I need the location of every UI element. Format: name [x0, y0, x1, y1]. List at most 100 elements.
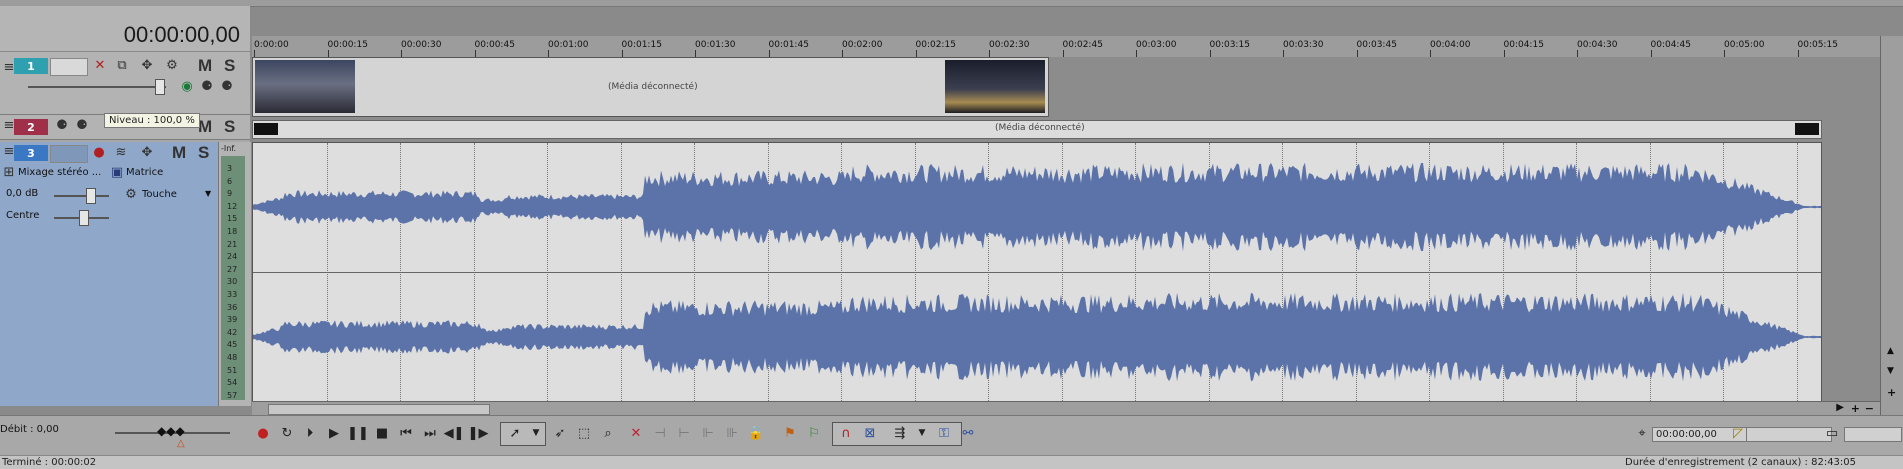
pause-button[interactable]: ❚❚	[347, 423, 369, 443]
video-clip[interactable]: (Média déconnecté)	[252, 57, 1049, 117]
ruler-tick	[1577, 50, 1578, 57]
envelope-tool-icon[interactable]: ➶	[550, 423, 570, 443]
trim-end-icon[interactable]: ⊪	[722, 423, 742, 443]
auto-crossfade-icon[interactable]: ⊠	[860, 423, 880, 443]
envelope-icon[interactable]: ≋	[114, 146, 128, 160]
clip-black-start	[254, 123, 278, 135]
ripple-edit-icon[interactable]: ⇶	[890, 423, 910, 443]
ruler-tick	[401, 50, 402, 57]
motion-icon[interactable]: ✥	[140, 59, 154, 73]
split-icon[interactable]: ⊢	[674, 423, 694, 443]
meter-scale-label: 36	[227, 302, 238, 312]
delete-icon[interactable]: ✕	[626, 423, 646, 443]
audio-clip[interactable]	[252, 142, 1822, 402]
ruler-label: 00:02:15	[915, 40, 956, 50]
volume-value: 0,0 dB	[6, 188, 39, 199]
ruler-tick	[548, 50, 549, 57]
next-frame-button[interactable]: ❚▶	[468, 423, 489, 443]
meter-scale-label: 9	[227, 189, 233, 199]
zoom-in-icon[interactable]: +	[1887, 386, 1896, 399]
selection-start-field[interactable]	[1746, 427, 1832, 442]
pan-value: Centre	[6, 210, 40, 221]
previous-frame-button[interactable]: ◀❚	[444, 423, 465, 443]
chevron-down-icon[interactable]: ▼	[205, 189, 211, 198]
mute-button[interactable]: M	[172, 143, 186, 163]
zoom-out-icon[interactable]: −	[1865, 402, 1874, 415]
mute-button[interactable]: M	[198, 56, 212, 76]
meter-scale-label: 12	[227, 201, 238, 211]
snapping-icon[interactable]: ∩	[836, 423, 856, 443]
zoom-in-icon[interactable]: +	[1851, 402, 1860, 415]
child-icon[interactable]: ⚈	[220, 80, 234, 94]
play-button[interactable]: ▶	[324, 423, 344, 443]
record-arm-icon[interactable]: ●	[92, 146, 106, 160]
ruler-tick	[768, 50, 770, 57]
meter-scale-label: 42	[227, 327, 238, 337]
rate-slider-knob[interactable]: ◆◆◆	[157, 424, 185, 438]
lock-envelopes-icon[interactable]: ⚿	[934, 423, 954, 443]
automation-mode-label[interactable]: Touche	[142, 189, 177, 200]
solo-button[interactable]: S	[224, 117, 235, 137]
video-track-1-header[interactable]: ≡ 1 ✕ ⧉ ✥ ⚙ M S ◉ ⚈ ⚈	[0, 52, 250, 115]
selection-length-field[interactable]	[1844, 427, 1902, 442]
child-icon[interactable]: ⚈	[75, 119, 89, 133]
go-to-end-button[interactable]: ⏭	[420, 423, 440, 443]
scroll-up-icon[interactable]: ▲	[1887, 346, 1894, 356]
compositing-icon[interactable]: ⧉	[115, 59, 129, 73]
stop-button[interactable]: ■	[372, 423, 392, 443]
track-name-field[interactable]	[50, 58, 88, 76]
meter-scale-label: 57	[227, 390, 238, 400]
insert-fx-icon[interactable]: ✥	[140, 146, 154, 160]
play-from-start-button[interactable]: ⏵	[300, 423, 320, 443]
zoom-tool-icon[interactable]: ⌕	[598, 423, 618, 443]
go-to-start-button[interactable]: ⏮	[396, 423, 416, 443]
timeline-ruler[interactable]: 0:00:00 00:00:15 00:00:30 00:00:45 00:01:00 0…	[252, 36, 1880, 58]
solo-button[interactable]: S	[198, 143, 209, 163]
track-name-field[interactable]	[50, 145, 88, 163]
timecode-display[interactable]: 00:00:00,00	[124, 22, 240, 48]
selection-tool-icon[interactable]: ⬚	[574, 423, 594, 443]
volume-slider-knob[interactable]	[86, 188, 96, 204]
pan-slider-knob[interactable]	[79, 210, 89, 226]
matrix-label[interactable]: Matrice	[126, 167, 163, 178]
level-slider-knob[interactable]	[155, 79, 165, 95]
solo-button[interactable]: S	[224, 56, 235, 76]
chevron-down-icon[interactable]: ▼	[912, 423, 932, 443]
parent-icon[interactable]: ⚈	[200, 80, 214, 94]
fx-icon[interactable]: ✕	[93, 59, 107, 73]
normal-edit-tool-icon[interactable]: ➚	[505, 423, 525, 443]
vertical-scrollbar[interactable]: ▲ ▼ +	[1880, 36, 1903, 415]
scroll-right-icon[interactable]: ▶	[1836, 402, 1844, 413]
mute-button[interactable]: M	[198, 117, 212, 137]
trim-start-icon[interactable]: ⊩	[698, 423, 718, 443]
scrollbar-thumb[interactable]	[268, 404, 490, 415]
meter-scale-label: 54	[227, 378, 238, 388]
ruler-label: 0:00:00	[254, 40, 289, 50]
record-button[interactable]: ●	[253, 423, 273, 443]
ruler-label: 00:01:00	[548, 40, 589, 50]
ruler-label: 00:04:00	[1430, 40, 1471, 50]
video-2-clip[interactable]: (Média déconnecté)	[252, 120, 1822, 139]
channel-icon[interactable]: ⊞	[2, 166, 16, 180]
composite-mode-icon[interactable]: ◉	[180, 80, 194, 94]
meter-scale-label: 6	[227, 176, 233, 186]
ruler-tick	[1724, 50, 1725, 57]
ignore-grouping-icon[interactable]: ⚯	[958, 423, 978, 443]
meter-scale-label: 39	[227, 315, 238, 325]
scroll-down-icon[interactable]: ▼	[1887, 366, 1894, 376]
mix-mode-label[interactable]: Mixage stéréo ...	[18, 167, 101, 178]
ruler-label: 00:03:45	[1356, 40, 1397, 50]
loop-button[interactable]: ↻	[277, 423, 297, 443]
region-icon[interactable]: ⚐	[804, 423, 824, 443]
gear-icon[interactable]: ⚙	[165, 59, 179, 73]
horizontal-scrollbar[interactable]: ▶ + −	[252, 401, 1880, 416]
lock-icon[interactable]: 🔒	[746, 423, 766, 443]
matrix-icon[interactable]: ▣	[110, 166, 124, 180]
parent-icon[interactable]: ⚈	[55, 119, 69, 133]
marker-icon[interactable]: ⚑	[780, 423, 800, 443]
gear-icon[interactable]: ⚙	[124, 188, 138, 202]
audio-track-3-header[interactable]: ≡ 3 ● ≋ ✥ M S ⊞ Mixage stéréo ... ▣ Matr…	[0, 142, 218, 406]
chevron-down-icon[interactable]: ▼	[526, 423, 546, 443]
timecode-box: 00:00:00,00	[0, 6, 250, 52]
trim-icon[interactable]: ⊣	[650, 423, 670, 443]
